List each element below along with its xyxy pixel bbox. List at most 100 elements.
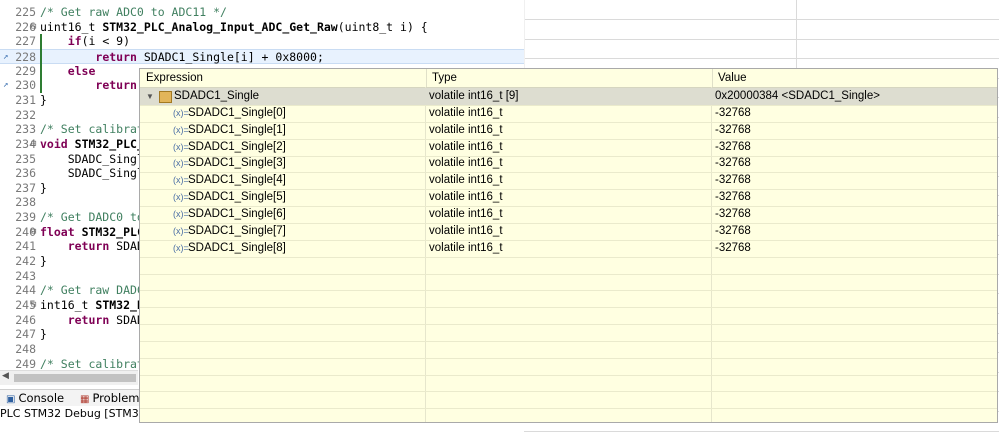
console-icon: ▣ bbox=[6, 394, 16, 405]
expression-type: volatile int16_t bbox=[429, 157, 503, 170]
code-text: int16_t STM32_P bbox=[40, 298, 144, 312]
empty-row bbox=[140, 324, 997, 342]
empty-row bbox=[140, 290, 997, 309]
expression-value: 0x20000384 <SDADC1_Single> bbox=[715, 90, 880, 102]
line-number: 232 bbox=[15, 107, 36, 122]
line-number: 244 bbox=[15, 283, 36, 298]
line-number: 242 bbox=[15, 254, 36, 269]
variable-icon: (x)= bbox=[173, 107, 189, 118]
expression-row[interactable]: (x)= SDADC1_Single[3] volatile int16_t -327… bbox=[140, 155, 997, 174]
array-icon bbox=[159, 91, 172, 103]
expression-row[interactable]: (x)= SDADC1_Single[1] volatile int16_t -327… bbox=[140, 122, 997, 140]
breakpoint-icon[interactable]: ↗ bbox=[3, 78, 8, 93]
variable-icon: (x)= bbox=[173, 192, 189, 203]
code-text: return bbox=[95, 78, 137, 93]
code-text: } bbox=[40, 180, 47, 195]
tab-problems-label: Problems bbox=[92, 391, 146, 405]
line-number: 233 bbox=[15, 122, 36, 137]
expression-type: volatile int16_t bbox=[429, 140, 503, 153]
line-number: 229 bbox=[15, 63, 36, 78]
scrollbar-thumb[interactable] bbox=[14, 374, 136, 382]
expression-type: volatile int16_t [9] bbox=[429, 90, 519, 102]
line-number: 236 bbox=[15, 166, 36, 181]
expression-value: -32768 bbox=[715, 123, 751, 136]
horizontal-scrollbar[interactable]: ◀ bbox=[0, 370, 138, 385]
expression-row[interactable]: (x)= SDADC1_Single[4] volatile int16_t -327… bbox=[140, 172, 997, 191]
fold-toggle-icon[interactable]: ⊟ bbox=[31, 137, 36, 152]
expression-value: -32768 bbox=[715, 174, 751, 187]
line-number: 248 bbox=[15, 341, 36, 356]
code-text: /* Get raw ADC0 to ADC11 */ bbox=[40, 5, 227, 19]
empty-row bbox=[140, 257, 997, 275]
code-text: uint16_t STM32_PLC_Analog_Input_ADC_Get_… bbox=[40, 19, 428, 34]
code-text: else bbox=[67, 63, 96, 78]
code-text: } bbox=[40, 327, 47, 342]
expression-row[interactable]: (x)= SDADC1_Single[5] volatile int16_t -327… bbox=[140, 189, 997, 208]
expression-name: SDADC1_Single[5] bbox=[188, 191, 286, 204]
expression-value: -32768 bbox=[715, 224, 751, 237]
code-line[interactable]: 227 if(i < 9) bbox=[0, 34, 524, 49]
code-line[interactable]: 228 ↗ return SDADC1_Single[i] + 0x8000; bbox=[0, 48, 524, 65]
empty-row bbox=[140, 307, 997, 326]
line-number: 247 bbox=[15, 327, 36, 342]
expression-row[interactable]: (x)= SDADC1_Single[2] volatile int16_t -327… bbox=[140, 139, 997, 157]
fold-toggle-icon[interactable]: ⊟ bbox=[31, 225, 36, 240]
code-text: SDADC_Singl bbox=[40, 151, 144, 166]
problems-icon: ▦ bbox=[80, 394, 90, 405]
expression-name: SDADC1_Single[0] bbox=[188, 106, 286, 119]
expression-name: SDADC1_Single[6] bbox=[188, 207, 286, 220]
tab-problems[interactable]: ▦ Problems bbox=[80, 391, 145, 406]
code-line[interactable]: 226 ⊟ uint16_t STM32_PLC_Analog_Input_ADC_… bbox=[0, 20, 524, 35]
line-number: 249 bbox=[15, 356, 36, 371]
line-number: 227 bbox=[15, 34, 36, 49]
expression-value: -32768 bbox=[715, 157, 751, 170]
expression-type: volatile int16_t bbox=[429, 207, 503, 220]
expression-row[interactable]: (x)= SDADC1_Single[7] volatile int16_t -327… bbox=[140, 223, 997, 241]
code-text: if(i < 9) bbox=[67, 34, 131, 49]
code-text: return SDAD bbox=[67, 239, 144, 254]
fold-toggle-icon[interactable]: ⊟ bbox=[31, 20, 36, 35]
line-number: 238 bbox=[15, 195, 36, 210]
expression-type: volatile int16_t bbox=[429, 123, 503, 136]
line-number: 243 bbox=[15, 268, 36, 283]
code-text: /* Set calibrat bbox=[40, 122, 144, 137]
expression-type: volatile int16_t bbox=[429, 224, 503, 237]
empty-row bbox=[140, 273, 997, 292]
grid-row-line bbox=[524, 38, 999, 40]
variable-icon: (x)= bbox=[173, 175, 189, 186]
expression-row[interactable]: (x)= SDADC1_Single[6] volatile int16_t -327… bbox=[140, 206, 997, 224]
popup-header: Expression Type Value bbox=[140, 69, 997, 88]
scroll-left-icon[interactable]: ◀ bbox=[2, 371, 9, 381]
expression-row-root[interactable]: ▼ SDADC1_Single volatile int16_t [9] 0x2000… bbox=[140, 88, 997, 106]
expression-type: volatile int16_t bbox=[429, 106, 503, 119]
header-type[interactable]: Type bbox=[426, 69, 713, 87]
chevron-down-icon[interactable]: ▼ bbox=[146, 88, 154, 105]
line-number: 239 bbox=[15, 210, 36, 225]
line-number: 241 bbox=[15, 239, 36, 254]
line-number: 237 bbox=[15, 180, 36, 195]
line-number: 246 bbox=[15, 312, 36, 327]
expression-name: SDADC1_Single[7] bbox=[188, 224, 286, 237]
expression-row[interactable]: (x)= SDADC1_Single[0] volatile int16_t -327… bbox=[140, 105, 997, 123]
expression-hover-popup[interactable]: Expression Type Value ▼ SDADC1_Single vola… bbox=[139, 68, 998, 423]
expression-type: volatile int16_t bbox=[429, 191, 503, 204]
line-number: 225 bbox=[15, 5, 36, 19]
header-expression[interactable]: Expression bbox=[140, 69, 427, 87]
empty-row bbox=[140, 374, 997, 393]
breakpoint-icon[interactable]: ↗ bbox=[3, 50, 8, 65]
tab-console[interactable]: ▣ Console bbox=[6, 391, 64, 406]
tab-console-label: Console bbox=[18, 391, 65, 405]
variable-icon: (x)= bbox=[173, 124, 189, 135]
code-line[interactable]: 225 /* Get raw ADC0 to ADC11 */ bbox=[0, 5, 524, 20]
code-text: /* Set calibrat bbox=[40, 356, 144, 371]
expression-type: volatile int16_t bbox=[429, 241, 503, 254]
expression-name: SDADC1_Single[1] bbox=[188, 123, 286, 136]
scope-indicator bbox=[40, 34, 42, 93]
variable-icon: (x)= bbox=[173, 141, 189, 152]
expression-value: -32768 bbox=[715, 106, 751, 119]
variable-icon: (x)= bbox=[173, 208, 189, 219]
grid-row-line bbox=[524, 430, 999, 432]
expression-row[interactable]: (x)= SDADC1_Single[8] volatile int16_t -327… bbox=[140, 240, 997, 258]
fold-toggle-icon[interactable]: ⊟ bbox=[31, 298, 36, 313]
header-value[interactable]: Value bbox=[712, 69, 997, 87]
